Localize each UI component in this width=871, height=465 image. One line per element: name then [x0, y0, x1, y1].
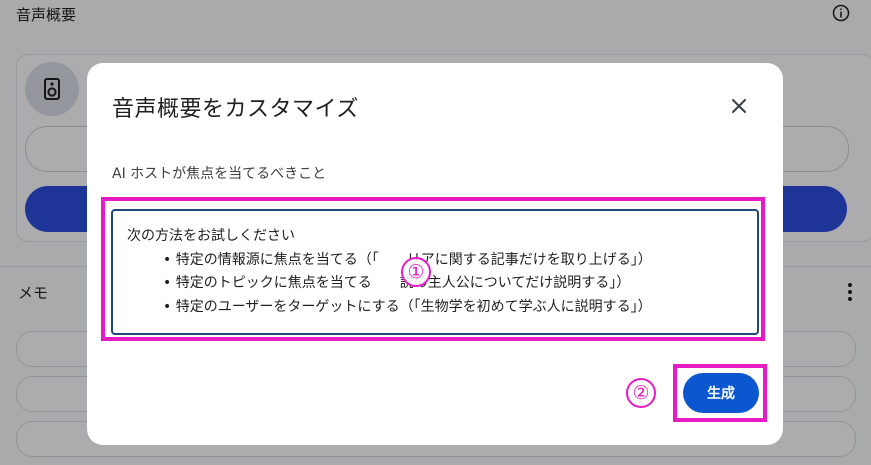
- close-button[interactable]: [724, 91, 754, 121]
- dialog-title: 音声概要をカスタマイズ: [112, 97, 359, 122]
- prompt-placeholder-line: 次の方法をお試しください: [127, 228, 295, 244]
- focus-prompt-textarea[interactable]: 次の方法をお試しください • 特定の情報源に焦点を当てる（「 リアに関する記事だ…: [111, 209, 759, 335]
- annotation-marker-1: ①: [401, 257, 431, 287]
- prompt-placeholder-line: • 特定のトピックに焦点を当てる 説の主人公についてだけ説明する」）: [163, 275, 631, 291]
- close-icon: [732, 99, 746, 113]
- customize-audio-dialog: 音声概要をカスタマイズ AI ホストが焦点を当てるべきこと 次の方法をお試しくだ…: [87, 63, 783, 445]
- focus-field-label: AI ホストが焦点を当てるべきこと: [112, 166, 327, 182]
- generate-button[interactable]: 生成: [683, 373, 759, 413]
- annotation-marker-2: ②: [626, 378, 656, 408]
- prompt-placeholder-line: • 特定の情報源に焦点を当てる（「 リアに関する記事だけを取り上げる」）: [163, 251, 652, 268]
- prompt-placeholder-line: • 特定のユーザーをターゲットにする（「生物学を初めて学ぶ人に説明する」）: [163, 298, 652, 315]
